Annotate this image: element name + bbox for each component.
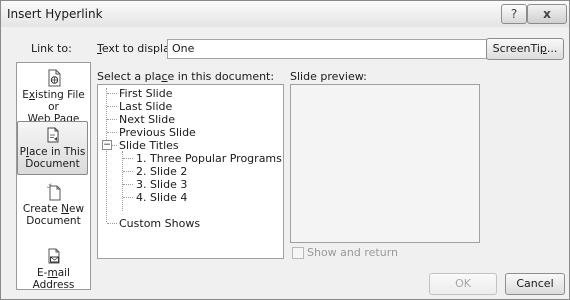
text-to-display-input[interactable]: One xyxy=(167,39,487,59)
ok-button[interactable]: OK xyxy=(429,273,497,295)
tree-item-custom-shows[interactable]: Custom Shows xyxy=(119,217,200,230)
tree-item-next-slide[interactable]: Next Slide xyxy=(119,113,175,126)
title-bar[interactable]: Insert Hyperlink ? x xyxy=(1,1,569,27)
help-button[interactable]: ? xyxy=(501,4,527,24)
slide-preview-label: Slide preview: xyxy=(290,70,367,83)
screentip-button[interactable]: ScreenTip... xyxy=(486,38,564,60)
sidebar-item-email-address[interactable]: E-mail Address xyxy=(18,247,89,291)
tree-item-slide-1[interactable]: 1. Three Popular Programs xyxy=(136,152,282,165)
tree-item-first-slide[interactable]: First Slide xyxy=(119,87,173,100)
tree-item-slide-4[interactable]: 4. Slide 4 xyxy=(136,191,187,204)
place-tree[interactable]: − First Slide Last Slide Next Slide Prev… xyxy=(97,84,284,259)
sidebar-item-existing-file[interactable]: Existing File or Web Page xyxy=(18,69,89,125)
sidebar-item-create-new-document[interactable]: Create New Document xyxy=(18,183,89,227)
show-and-return-checkbox[interactable] xyxy=(292,247,304,259)
dialog-title: Insert Hyperlink xyxy=(7,7,103,21)
close-button[interactable]: x xyxy=(527,4,567,24)
tree-item-previous-slide[interactable]: Previous Slide xyxy=(119,126,196,139)
insert-hyperlink-dialog: Insert Hyperlink ? x Link to: Text to di… xyxy=(0,0,570,300)
cancel-button[interactable]: Cancel xyxy=(505,273,565,295)
tree-item-slide-2[interactable]: 2. Slide 2 xyxy=(136,165,187,178)
place-in-document-icon xyxy=(47,127,58,143)
link-to-sidebar: Existing File or Web Page Place in This … xyxy=(16,62,91,291)
link-to-label: Link to: xyxy=(31,42,72,55)
help-icon: ? xyxy=(510,7,518,21)
select-place-label: Select a place in this document: xyxy=(97,70,275,83)
tree-item-last-slide[interactable]: Last Slide xyxy=(119,100,172,113)
tree-item-slide-3[interactable]: 3. Slide 3 xyxy=(136,178,187,191)
new-document-icon xyxy=(46,183,60,201)
sidebar-item-place-in-document[interactable]: Place in This Document xyxy=(17,121,88,175)
show-and-return-label: Show and return xyxy=(307,246,399,259)
slide-preview-pane xyxy=(290,84,480,243)
tree-item-slide-titles[interactable]: Slide Titles xyxy=(119,139,179,152)
web-page-icon xyxy=(48,69,60,87)
email-address-icon xyxy=(48,248,59,264)
close-icon: x xyxy=(543,7,551,21)
tree-expander-icon[interactable]: − xyxy=(102,140,112,150)
